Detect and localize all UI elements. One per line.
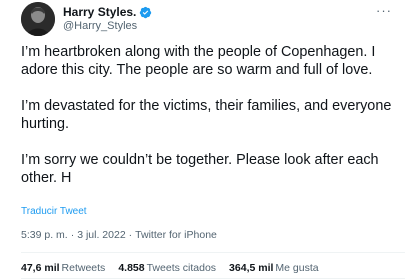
tweet-paragraph: I’m heartbroken along with the people of… xyxy=(21,44,376,78)
author-name-row: Harry Styles. xyxy=(63,5,152,19)
author-handle[interactable]: @Harry_Styles xyxy=(63,20,137,32)
quotes-label: Tweets citados xyxy=(146,262,217,274)
translate-tweet-link[interactable]: Traducir Tweet xyxy=(21,206,87,217)
author-display-name[interactable]: Harry Styles. xyxy=(63,5,136,19)
tweet-meta: 5:39 p. m. · 3 jul. 2022 · Twitter for i… xyxy=(21,229,217,241)
divider xyxy=(21,278,405,279)
more-options-icon[interactable]: ··· xyxy=(376,4,392,17)
tweet-time[interactable]: 5:39 p. m. xyxy=(21,229,68,241)
retweets-count: 47,6 mil xyxy=(21,262,60,274)
tweet-date[interactable]: 3 jul. 2022 xyxy=(77,229,125,241)
likes-stat[interactable]: 364,5 mil Me gusta xyxy=(229,262,319,274)
quotes-count: 4.858 xyxy=(118,262,145,274)
meta-separator: · xyxy=(128,229,133,241)
engagement-stats: 47,6 mil Retweets 4.858 Tweets citados 364… xyxy=(21,262,319,274)
likes-label: Me gusta xyxy=(275,262,319,274)
tweet-text: I’m heartbroken along with the people of… xyxy=(21,43,406,187)
quote-tweets-stat[interactable]: 4.858 Tweets citados xyxy=(118,262,216,274)
tweet-source[interactable]: Twitter for iPhone xyxy=(135,229,217,241)
tweet-card: Harry Styles. @Harry_Styles ··· I’m hear… xyxy=(0,0,420,280)
tweet-paragraph: I’m sorry we couldn’t be together. Pleas… xyxy=(21,152,379,186)
tweet-paragraph: I’m devastated for the victims, their fa… xyxy=(21,98,392,132)
retweets-label: Retweets xyxy=(61,262,106,274)
likes-count: 364,5 mil xyxy=(229,262,274,274)
meta-separator: · xyxy=(70,229,75,241)
divider xyxy=(21,252,405,253)
retweets-stat[interactable]: 47,6 mil Retweets xyxy=(21,262,105,274)
avatar[interactable] xyxy=(21,2,55,36)
verified-badge-icon xyxy=(139,6,152,19)
